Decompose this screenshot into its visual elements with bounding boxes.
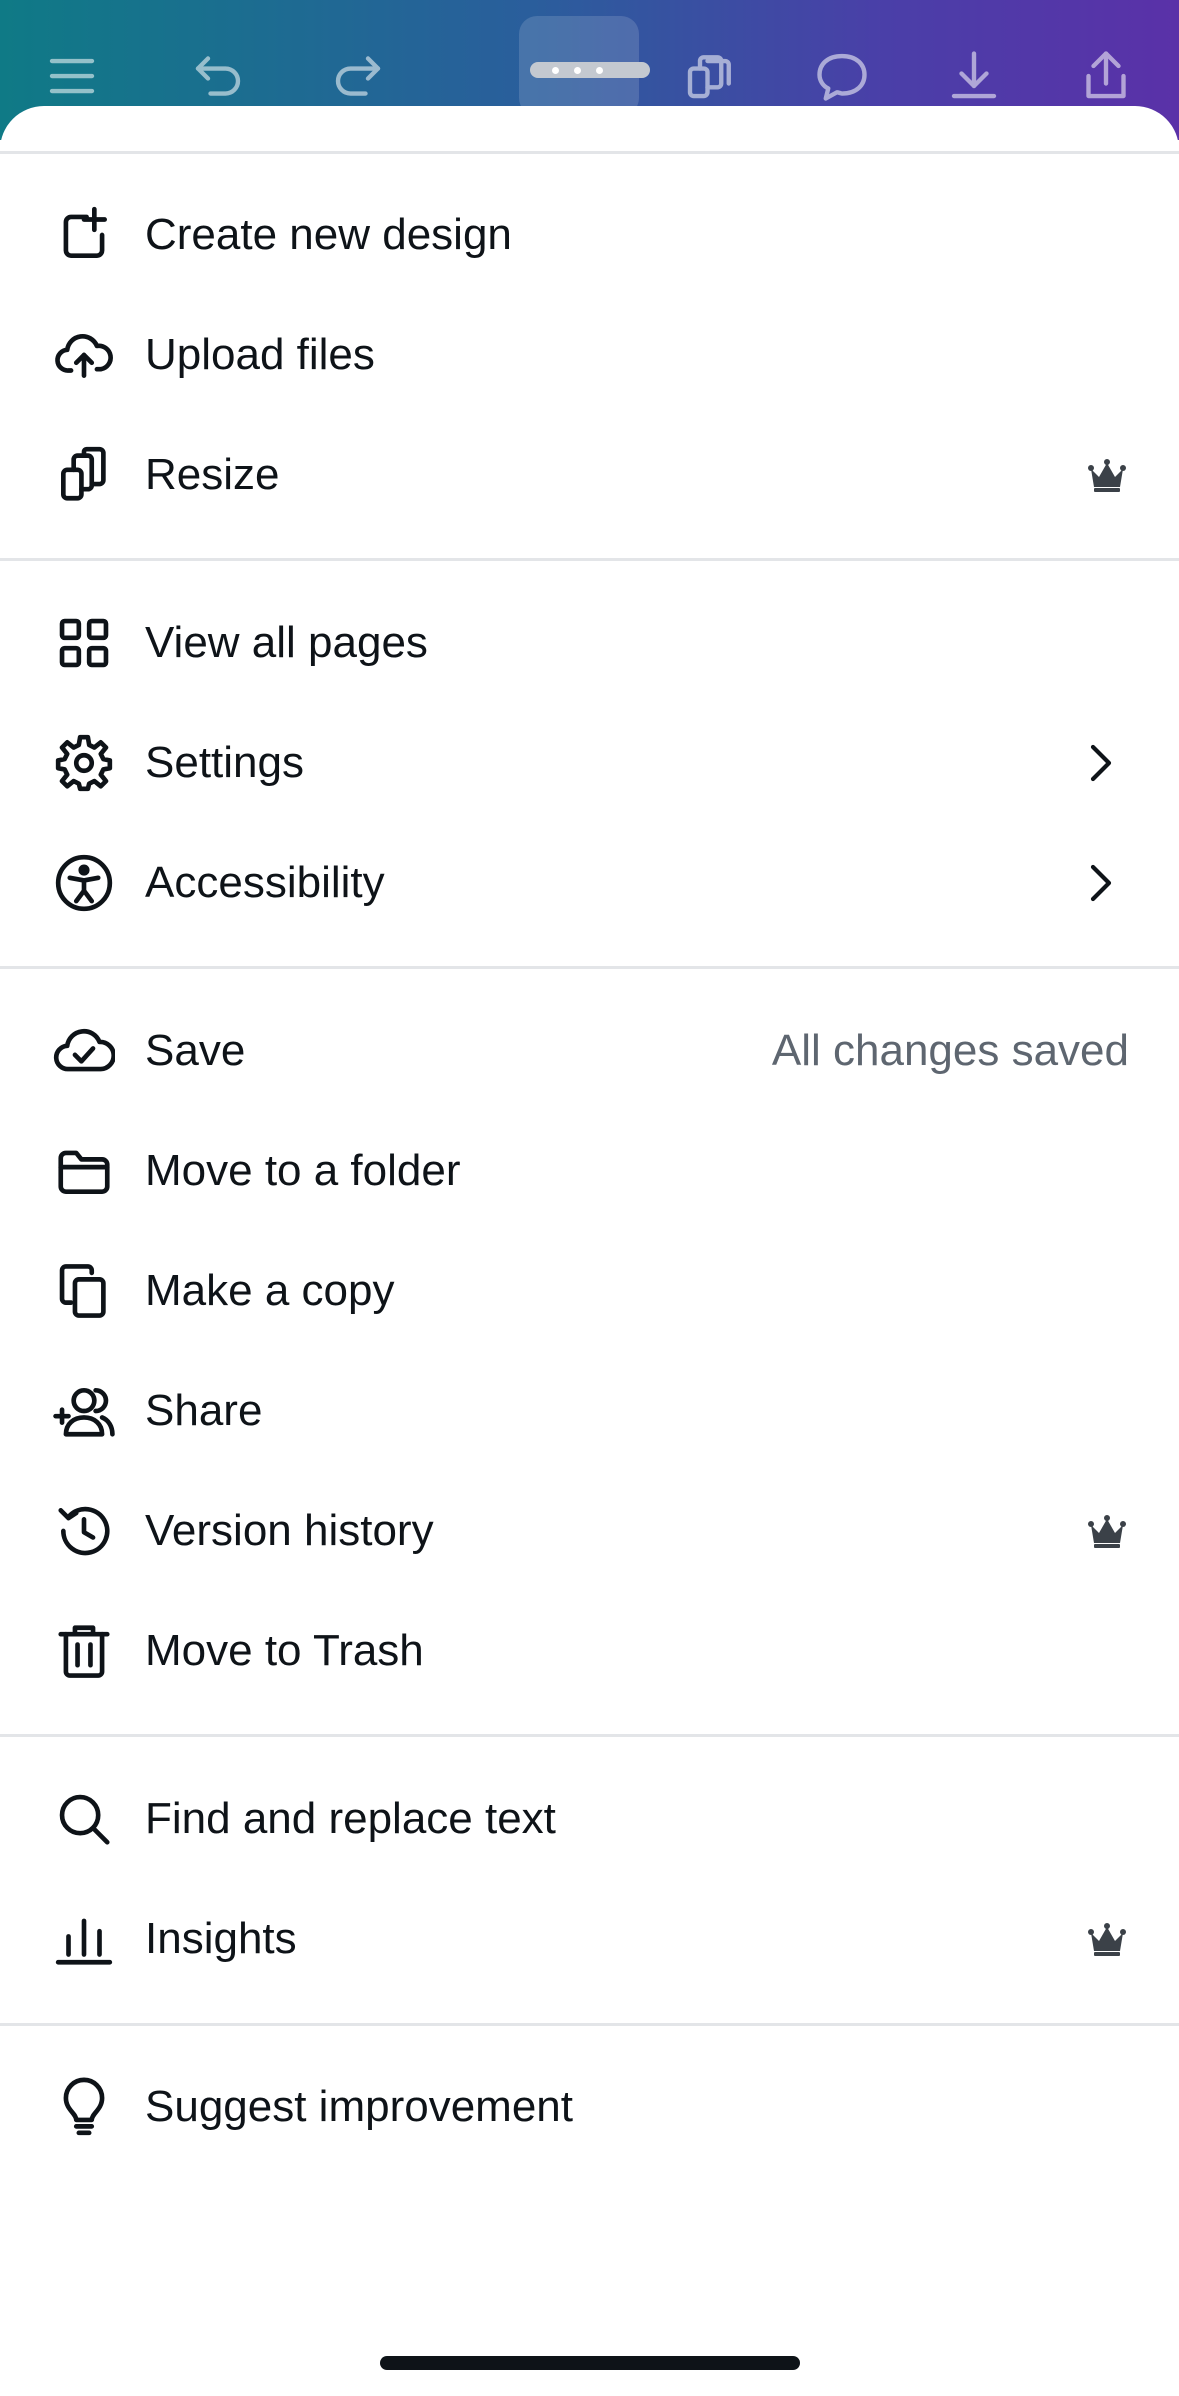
add-people-icon <box>50 1377 118 1445</box>
menu-item-label: Move to Trash <box>145 1626 424 1675</box>
download-icon[interactable] <box>938 40 1010 112</box>
menu-item-save[interactable]: Save All changes saved <box>0 1001 1179 1101</box>
menu-item-move-to-trash[interactable]: Move to Trash <box>0 1601 1179 1701</box>
menu-item-make-copy[interactable]: Make a copy <box>0 1241 1179 1341</box>
menu-item-label: Make a copy <box>145 1266 395 1315</box>
menu-item-version-history[interactable]: Version history <box>0 1481 1179 1581</box>
menu-item-create-new-design[interactable]: Create new design <box>0 185 1179 285</box>
menu-item-label: Version history <box>145 1506 434 1555</box>
folder-icon <box>50 1137 118 1205</box>
menu-item-label: Find and replace text <box>145 1794 556 1843</box>
menu-item-label: Suggest improvement <box>145 2082 573 2131</box>
save-status: All changes saved <box>771 1026 1129 1075</box>
menu-item-find-replace[interactable]: Find and replace text <box>0 1769 1179 1869</box>
menu-item-accessibility[interactable]: Accessibility <box>0 833 1179 933</box>
crown-icon <box>1087 455 1127 495</box>
menu-icon[interactable] <box>36 40 108 112</box>
cloud-check-icon <box>50 1017 118 1085</box>
undo-icon[interactable] <box>182 40 254 112</box>
menu-item-view-all-pages[interactable]: View all pages <box>0 593 1179 693</box>
menu-item-insights[interactable]: Insights <box>0 1889 1179 1989</box>
menu-item-label: Create new design <box>145 210 512 259</box>
search-icon <box>50 1785 118 1853</box>
menu-item-label: Move to a folder <box>145 1146 461 1195</box>
menu-item-label: Upload files <box>145 330 375 379</box>
menu-item-label: Accessibility <box>145 858 385 907</box>
divider <box>0 558 1179 561</box>
menu-item-label: Share <box>145 1386 263 1435</box>
gear-icon <box>50 729 118 797</box>
chevron-right-icon <box>1083 739 1119 787</box>
create-design-icon <box>50 201 118 269</box>
sheet-grabber[interactable] <box>530 62 650 78</box>
comment-icon[interactable] <box>806 40 878 112</box>
menu-item-upload-files[interactable]: Upload files <box>0 305 1179 405</box>
menu-item-label: Settings <box>145 738 304 787</box>
accessibility-icon <box>50 849 118 917</box>
divider <box>0 1734 1179 1737</box>
history-icon <box>50 1497 118 1565</box>
menu-item-label: View all pages <box>145 618 428 667</box>
lightbulb-icon <box>50 2073 118 2141</box>
redo-icon[interactable] <box>322 40 394 112</box>
divider <box>0 151 1179 154</box>
bar-chart-icon <box>50 1905 118 1973</box>
grid-icon <box>50 609 118 677</box>
crown-icon <box>1087 1511 1127 1551</box>
menu-item-suggest-improvement[interactable]: Suggest improvement <box>0 2057 1179 2157</box>
chevron-right-icon <box>1083 859 1119 907</box>
divider <box>0 2023 1179 2026</box>
trash-icon <box>50 1617 118 1685</box>
resize-icon[interactable] <box>674 40 746 112</box>
resize-icon <box>50 441 118 509</box>
more-menu-sheet: Create new design Upload files Resize Vi… <box>0 106 1179 2396</box>
home-indicator <box>380 2356 800 2370</box>
menu-item-move-to-folder[interactable]: Move to a folder <box>0 1121 1179 1221</box>
menu-item-label: Save <box>145 1026 246 1075</box>
menu-item-settings[interactable]: Settings <box>0 713 1179 813</box>
menu-item-resize[interactable]: Resize <box>0 425 1179 525</box>
menu-item-label: Resize <box>145 450 280 499</box>
menu-item-label: Insights <box>145 1914 297 1963</box>
copy-icon <box>50 1257 118 1325</box>
menu-item-share[interactable]: Share <box>0 1361 1179 1461</box>
crown-icon <box>1087 1919 1127 1959</box>
divider <box>0 966 1179 969</box>
cloud-upload-icon <box>50 321 118 389</box>
share-icon[interactable] <box>1070 40 1142 112</box>
